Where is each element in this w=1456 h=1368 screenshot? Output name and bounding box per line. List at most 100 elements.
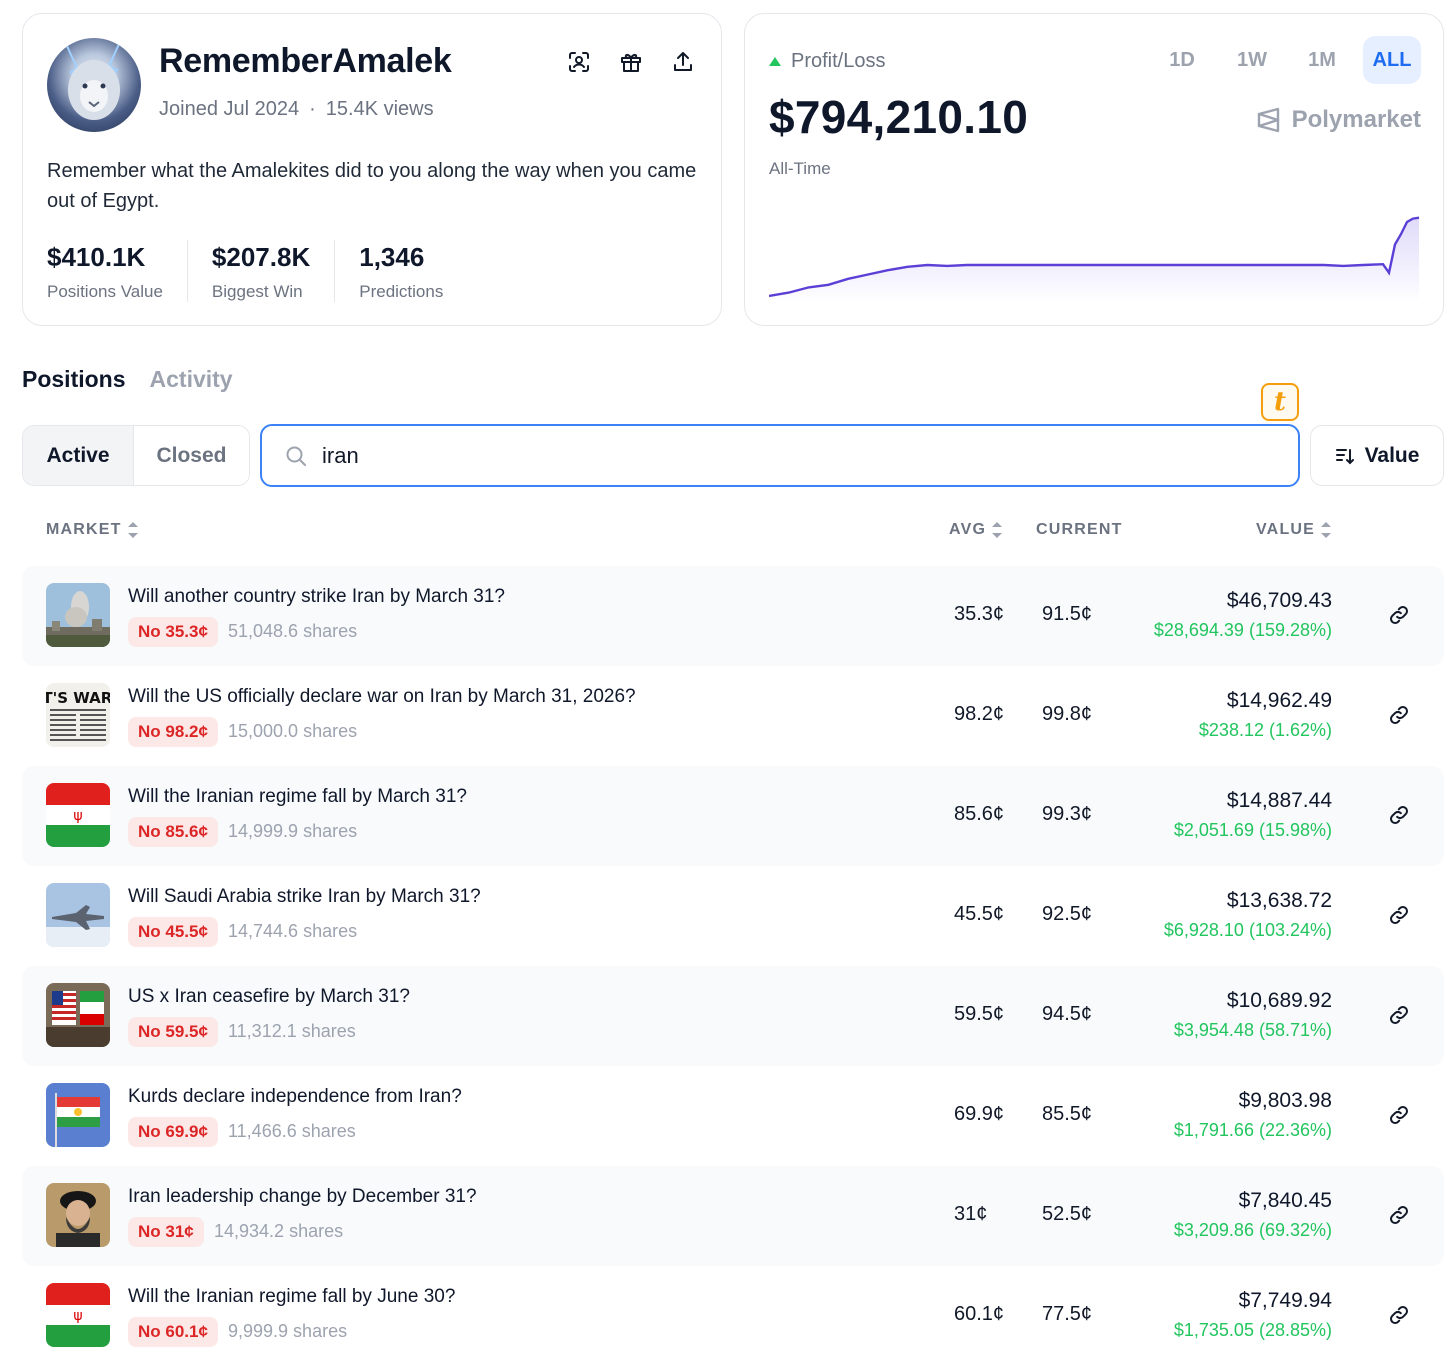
polymarket-logo-icon (1257, 107, 1279, 133)
username: RememberAmalek (159, 42, 452, 80)
search-input[interactable]: iran (260, 424, 1300, 487)
avg-price: 60.1¢ (954, 1303, 1005, 1325)
market-title[interactable]: Kurds declare independence from Iran? (128, 1086, 462, 1108)
range-all-button[interactable]: ALL (1363, 36, 1421, 84)
position-side-badge: No 59.5¢ (128, 1017, 218, 1047)
col-avg-header[interactable]: AVG (949, 521, 1003, 539)
range-1d-button[interactable]: 1D (1153, 36, 1211, 84)
stat-value: 1,346 (359, 242, 425, 272)
search-icon (286, 446, 306, 466)
position-value: $9,803.98 (1238, 1089, 1332, 1112)
position-gain: $2,051.69 (15.98%) (1173, 820, 1332, 840)
col-market-header[interactable]: MARKET (46, 521, 138, 539)
view-count: 15.4K views (325, 98, 434, 120)
position-value: $7,749.94 (1238, 1289, 1332, 1312)
avg-price: 35.3¢ (954, 603, 1005, 625)
avg-price: 69.9¢ (954, 1103, 1005, 1125)
extension-badge-icon[interactable]: t (1261, 383, 1299, 421)
table-row[interactable]: US x Iran ceasefire by March 31? No 59.5… (22, 966, 1444, 1066)
scan-face-icon[interactable] (565, 48, 593, 76)
market-title[interactable]: Will the Iranian regime fall by March 31… (128, 786, 467, 808)
table-row[interactable]: ψ Will the Iranian regime fall by June 3… (22, 1266, 1444, 1366)
market-title[interactable]: Will another country strike Iran by Marc… (128, 586, 505, 608)
market-title[interactable]: Will the Iranian regime fall by June 30? (128, 1286, 455, 1308)
table-row[interactable]: Kurds declare independence from Iran? No… (22, 1066, 1444, 1166)
position-value: $14,962.49 (1226, 689, 1332, 712)
link-icon[interactable] (1388, 1104, 1410, 1126)
tab-activity[interactable]: Activity (150, 366, 233, 393)
position-side-badge: No 60.1¢ (128, 1317, 218, 1347)
position-gain: $6,928.10 (103.24%) (1163, 920, 1332, 940)
avatar[interactable] (47, 38, 141, 132)
position-value: $14,887.44 (1226, 789, 1332, 812)
market-title[interactable]: US x Iran ceasefire by March 31? (128, 986, 410, 1008)
gift-icon[interactable] (617, 48, 645, 76)
sort-chevron-icon (127, 522, 138, 538)
position-shares: 11,312.1 shares (228, 1021, 356, 1041)
positions-tabs: Positions Activity (22, 366, 233, 393)
polymarket-brand: Polymarket (1256, 106, 1421, 134)
position-side-badge: No 31¢ (128, 1217, 204, 1247)
col-avg-label: AVG (949, 521, 987, 538)
table-row[interactable]: Will Saudi Arabia strike Iran by March 3… (22, 866, 1444, 966)
position-gain: $1,735.05 (28.85%) (1173, 1320, 1332, 1340)
joined-date: Joined Jul 2024 (159, 98, 300, 120)
col-value-header[interactable]: VALUE (1256, 521, 1332, 539)
position-gain: $1,791.66 (22.36%) (1173, 1120, 1332, 1140)
current-price: 99.3¢ (1042, 803, 1093, 825)
table-row[interactable]: Iran leadership change by December 31? N… (22, 1166, 1444, 1266)
svg-text:ψ: ψ (73, 808, 82, 824)
current-price: 77.5¢ (1042, 1303, 1093, 1325)
sort-icon (1335, 448, 1354, 464)
col-value-label: VALUE (1256, 521, 1316, 538)
range-1m-button[interactable]: 1M (1293, 36, 1351, 84)
avg-price: 59.5¢ (954, 1003, 1005, 1025)
pnl-chart (769, 216, 1420, 304)
profile-actions (565, 48, 697, 76)
tab-positions[interactable]: Positions (22, 366, 126, 393)
stat-label: Predictions (359, 282, 444, 301)
range-1w-button[interactable]: 1W (1223, 36, 1281, 84)
svg-text:IT'S WAR!: IT'S WAR! (46, 689, 110, 707)
filter-active-button[interactable]: Active (23, 426, 134, 485)
link-icon[interactable] (1388, 904, 1410, 926)
filter-closed-button[interactable]: Closed (134, 426, 249, 485)
position-value: $13,638.72 (1226, 889, 1332, 912)
stat-label: Positions Value (47, 282, 163, 301)
us-iran-flags-image (46, 983, 110, 1047)
sort-label: Value (1364, 443, 1420, 467)
market-title[interactable]: Iran leadership change by December 31? (128, 1186, 477, 1208)
current-price: 94.5¢ (1042, 1003, 1093, 1025)
pnl-label: Profit/Loss (791, 50, 886, 72)
position-side-badge: No 35.3¢ (128, 617, 218, 647)
link-icon[interactable] (1388, 1004, 1410, 1026)
position-value: $46,709.43 (1226, 589, 1332, 612)
avg-price: 45.5¢ (954, 903, 1005, 925)
current-price: 52.5¢ (1042, 1203, 1093, 1225)
share-upload-icon[interactable] (669, 48, 697, 76)
cleric-portrait-image (46, 1183, 110, 1247)
pnl-chart-area (769, 217, 1419, 304)
link-icon[interactable] (1388, 1304, 1410, 1326)
status-filter: Active Closed (22, 425, 250, 486)
current-price: 85.5¢ (1042, 1103, 1093, 1125)
smoke-city-image (46, 583, 110, 647)
position-side-badge: No 98.2¢ (128, 717, 218, 747)
link-icon[interactable] (1388, 704, 1410, 726)
pnl-card: Profit/Loss 1D 1W 1M ALL $794,210.10 All… (744, 13, 1444, 326)
link-icon[interactable] (1388, 1204, 1410, 1226)
current-price: 91.5¢ (1042, 603, 1093, 625)
market-title[interactable]: Will Saudi Arabia strike Iran by March 3… (128, 886, 481, 908)
table-row[interactable]: IT'S WAR! Will the US officially declare… (22, 666, 1444, 766)
link-icon[interactable] (1388, 804, 1410, 826)
table-row[interactable]: ψ Will the Iranian regime fall by March … (22, 766, 1444, 866)
table-row[interactable]: Will another country strike Iran by Marc… (22, 566, 1444, 666)
position-shares: 14,744.6 shares (228, 921, 358, 941)
col-current-header: CURRENT (1036, 521, 1123, 539)
link-icon[interactable] (1388, 604, 1410, 626)
pnl-period: All-Time (769, 159, 831, 178)
market-title[interactable]: Will the US officially declare war on Ir… (128, 686, 636, 708)
sort-value-button[interactable]: Value (1310, 425, 1444, 486)
position-gain: $3,209.86 (69.32%) (1173, 1220, 1332, 1240)
position-shares: 14,999.9 shares (228, 821, 358, 841)
